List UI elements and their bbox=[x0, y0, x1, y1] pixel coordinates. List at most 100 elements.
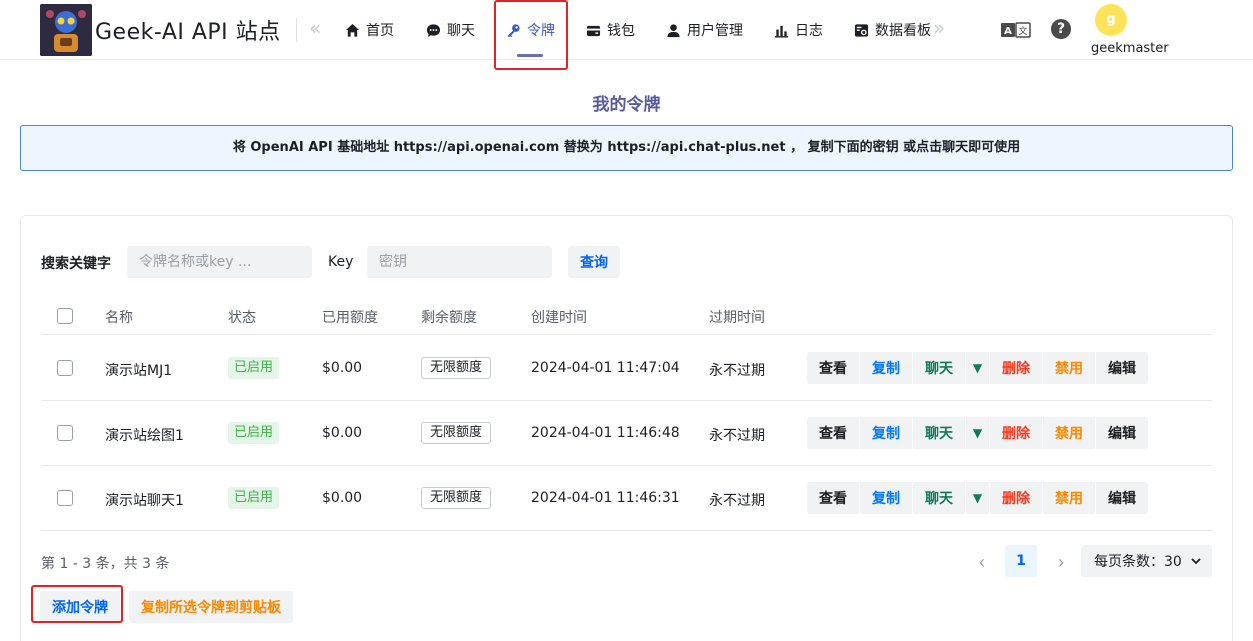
expire-time: 永不过期 bbox=[709, 493, 765, 509]
row-divider bbox=[41, 465, 1212, 466]
chevron-right-icon[interactable]: › bbox=[1047, 548, 1075, 576]
row-divider bbox=[41, 400, 1212, 401]
copy-button[interactable]: 复制 bbox=[860, 482, 913, 514]
user-icon bbox=[667, 23, 680, 37]
edit-button[interactable]: 编辑 bbox=[1096, 352, 1148, 384]
nav-label-wallet: 钱包 bbox=[607, 23, 635, 39]
row-checkbox[interactable] bbox=[57, 490, 73, 506]
nav-item-users[interactable]: 用户管理 bbox=[666, 20, 743, 40]
disable-button[interactable]: 禁用 bbox=[1043, 352, 1096, 384]
table-header-divider bbox=[41, 334, 1212, 335]
avatar[interactable]: g bbox=[1095, 4, 1127, 36]
row-actions: 查看 复制 聊天 ▼ 删除 禁用 编辑 bbox=[807, 417, 1148, 449]
page-size-label: 每页条数：30 bbox=[1094, 554, 1182, 570]
column-header-status: 状态 bbox=[228, 310, 256, 326]
search-keyword-label: 搜索关键字 bbox=[41, 256, 111, 272]
page-size-select[interactable]: 每页条数：30 bbox=[1081, 545, 1212, 577]
copy-button[interactable]: 复制 bbox=[860, 417, 913, 449]
search-key-input[interactable] bbox=[367, 246, 552, 278]
used-quota: $0.00 bbox=[322, 360, 363, 376]
nav-item-chat[interactable]: 聊天 bbox=[426, 20, 475, 40]
chevron-down-icon bbox=[1191, 558, 1201, 565]
nav-label-chat: 聊天 bbox=[447, 23, 475, 39]
row-checkbox[interactable] bbox=[57, 360, 73, 376]
status-badge: 已启用 bbox=[228, 487, 280, 509]
view-button[interactable]: 查看 bbox=[807, 352, 860, 384]
site-title[interactable]: Geek-AI API 站点 bbox=[95, 14, 281, 46]
top-navbar: Geek-AI API 站点 « 首页 聊天 令牌 钱包 用户管理 日志 数据看… bbox=[0, 0, 1253, 60]
svg-text:A: A bbox=[1004, 26, 1012, 37]
highlight-box-add-token bbox=[31, 585, 123, 623]
chat-dropdown-icon[interactable]: ▼ bbox=[966, 417, 990, 449]
nav-scroll-right-icon[interactable]: » bbox=[933, 16, 945, 40]
page-title: 我的令牌 bbox=[592, 95, 661, 115]
edit-button[interactable]: 编辑 bbox=[1096, 482, 1148, 514]
chat-dropdown-icon[interactable]: ▼ bbox=[966, 352, 990, 384]
chat-dropdown-icon[interactable]: ▼ bbox=[966, 482, 990, 514]
row-actions: 查看 复制 聊天 ▼ 删除 禁用 编辑 bbox=[807, 482, 1148, 514]
column-header-created: 创建时间 bbox=[531, 310, 587, 326]
search-key-label: Key bbox=[328, 254, 354, 270]
chat-button[interactable]: 聊天 bbox=[913, 352, 966, 384]
highlight-box-tokens-tab bbox=[494, 0, 568, 70]
status-badge: 已启用 bbox=[228, 357, 280, 379]
bar-chart-icon bbox=[774, 25, 789, 38]
token-name: 演示站绘图1 bbox=[105, 428, 184, 444]
site-logo[interactable] bbox=[40, 4, 92, 56]
expire-time: 永不过期 bbox=[709, 363, 765, 379]
copy-button[interactable]: 复制 bbox=[860, 352, 913, 384]
nav-item-wallet[interactable]: 钱包 bbox=[586, 20, 635, 40]
pagination-current-page[interactable]: 1 bbox=[1005, 545, 1037, 577]
edit-button[interactable]: 编辑 bbox=[1096, 417, 1148, 449]
disable-button[interactable]: 禁用 bbox=[1043, 482, 1096, 514]
created-time: 2024-04-01 11:47:04 bbox=[531, 360, 680, 376]
nav-item-dashboard[interactable]: 数据看板 bbox=[854, 20, 931, 40]
nav-scroll-left-icon[interactable]: « bbox=[309, 16, 321, 40]
column-header-used: 已用额度 bbox=[322, 310, 378, 326]
used-quota: $0.00 bbox=[322, 490, 363, 506]
column-header-remaining: 剩余额度 bbox=[421, 310, 477, 326]
remaining-quota-badge: 无限额度 bbox=[421, 357, 492, 379]
token-name: 演示站聊天1 bbox=[105, 493, 184, 509]
created-time: 2024-04-01 11:46:31 bbox=[531, 490, 680, 506]
header-divider bbox=[296, 18, 297, 42]
nav-item-logs[interactable]: 日志 bbox=[774, 20, 823, 40]
select-all-checkbox[interactable] bbox=[57, 308, 73, 324]
nav-label-home: 首页 bbox=[366, 23, 394, 39]
delete-button[interactable]: 删除 bbox=[990, 482, 1043, 514]
chat-bubble-icon bbox=[426, 23, 441, 37]
view-button[interactable]: 查看 bbox=[807, 482, 860, 514]
token-name: 演示站MJ1 bbox=[105, 363, 173, 379]
row-actions: 查看 复制 聊天 ▼ 删除 禁用 编辑 bbox=[807, 352, 1148, 384]
chevron-left-icon[interactable]: ‹ bbox=[968, 548, 996, 576]
info-banner: 将 OpenAI API 基础地址 https://api.openai.com… bbox=[20, 125, 1233, 171]
pagination-info: 第 1 - 3 条，共 3 条 bbox=[41, 556, 170, 572]
remaining-quota-badge: 无限额度 bbox=[421, 422, 492, 444]
view-button[interactable]: 查看 bbox=[807, 417, 860, 449]
wallet-icon bbox=[586, 25, 601, 36]
nav-item-home[interactable]: 首页 bbox=[345, 20, 394, 40]
row-checkbox[interactable] bbox=[57, 425, 73, 441]
used-quota: $0.00 bbox=[322, 425, 363, 441]
column-header-expire: 过期时间 bbox=[709, 310, 765, 326]
nav-label-users: 用户管理 bbox=[687, 23, 743, 39]
column-header-name: 名称 bbox=[105, 310, 133, 326]
nav-label-dashboard: 数据看板 bbox=[875, 23, 931, 39]
search-keyword-input[interactable] bbox=[127, 246, 312, 278]
chat-button[interactable]: 聊天 bbox=[913, 417, 966, 449]
disable-button[interactable]: 禁用 bbox=[1043, 417, 1096, 449]
expire-time: 永不过期 bbox=[709, 428, 765, 444]
copy-selected-tokens-button[interactable]: 复制所选令牌到剪贴板 bbox=[129, 591, 293, 623]
svg-text:文: 文 bbox=[1018, 25, 1027, 37]
status-badge: 已启用 bbox=[228, 422, 280, 444]
help-icon[interactable]: ? bbox=[1051, 19, 1071, 39]
username[interactable]: geekmaster bbox=[1091, 41, 1169, 56]
chat-button[interactable]: 聊天 bbox=[913, 482, 966, 514]
query-button[interactable]: 查询 bbox=[568, 246, 620, 278]
delete-button[interactable]: 删除 bbox=[990, 417, 1043, 449]
nav-label-logs: 日志 bbox=[795, 23, 823, 39]
row-divider bbox=[41, 530, 1212, 531]
language-switch-icon[interactable]: A 文 bbox=[1001, 20, 1031, 40]
remaining-quota-badge: 无限额度 bbox=[421, 487, 492, 509]
delete-button[interactable]: 删除 bbox=[990, 352, 1043, 384]
